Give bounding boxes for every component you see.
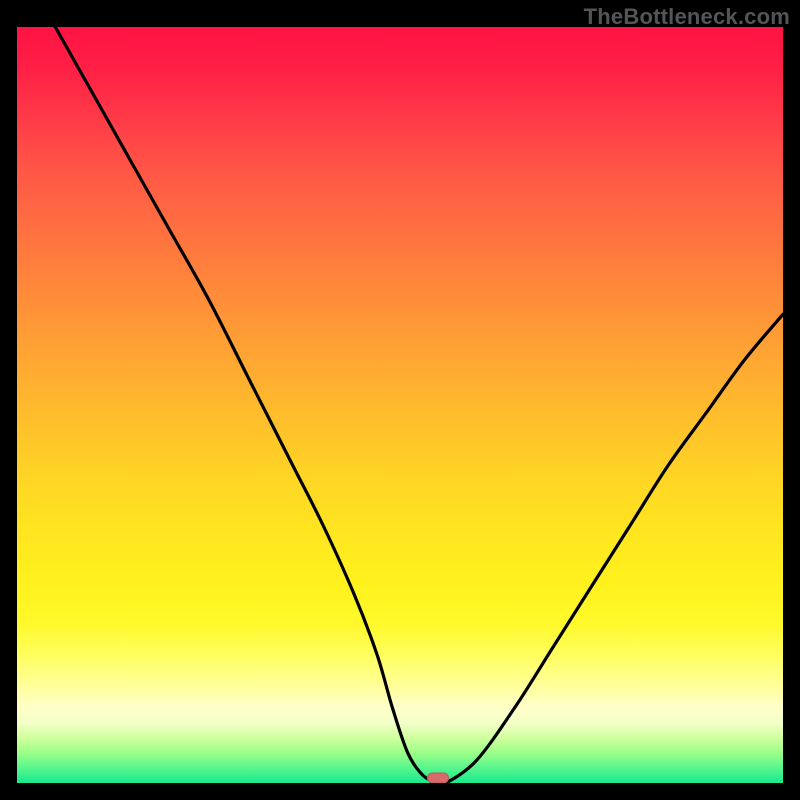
bottleneck-curve <box>17 27 783 783</box>
watermark-text: TheBottleneck.com <box>584 4 790 30</box>
chart-frame: TheBottleneck.com <box>0 0 800 800</box>
plot-area <box>17 27 783 783</box>
curve-path <box>55 27 783 783</box>
optimal-point-marker <box>427 773 449 784</box>
